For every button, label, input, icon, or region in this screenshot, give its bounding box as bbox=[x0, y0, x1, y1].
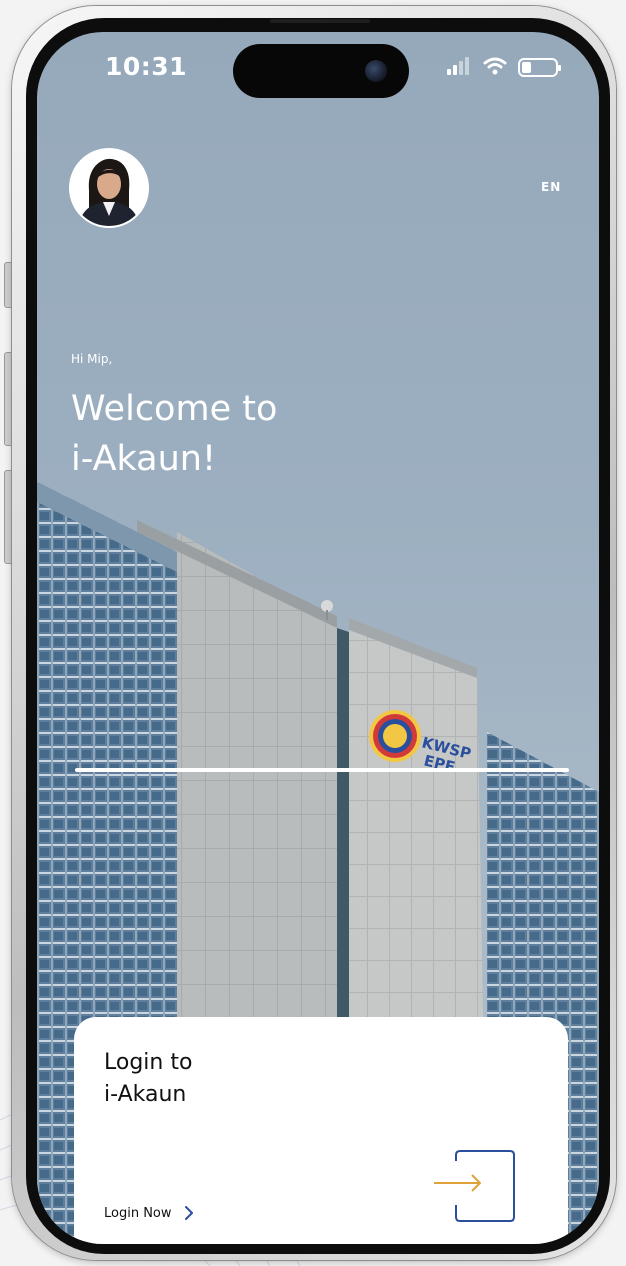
welcome-title-line2: i-Akaun! bbox=[71, 439, 217, 479]
speaker-grille bbox=[270, 19, 370, 23]
language-selector[interactable]: EN bbox=[541, 180, 561, 194]
login-now-link[interactable]: Login Now bbox=[104, 1203, 194, 1223]
dynamic-island bbox=[233, 44, 409, 98]
login-card-title-line1: Login to bbox=[104, 1050, 193, 1075]
user-avatar-icon bbox=[71, 150, 147, 226]
login-card[interactable]: Login to i-Akaun Login Now bbox=[74, 1017, 568, 1244]
login-now-label: Login Now bbox=[104, 1205, 172, 1221]
chevron-right-icon bbox=[184, 1206, 193, 1220]
front-camera bbox=[365, 60, 387, 82]
wifi-icon bbox=[483, 57, 507, 75]
status-time: 10:31 bbox=[105, 52, 188, 81]
app-screen: KWSP EPF 10:31 EN Hi Mip, Welcome to i-A… bbox=[37, 32, 599, 1244]
login-card-title-line2: i-Akaun bbox=[104, 1082, 187, 1107]
welcome-title: Welcome to i-Akaun! bbox=[71, 384, 431, 484]
greeting-text: Hi Mip, bbox=[71, 352, 113, 366]
welcome-title-line1: Welcome to bbox=[71, 389, 278, 429]
login-door-icon[interactable] bbox=[434, 1149, 524, 1223]
login-card-title: Login to i-Akaun bbox=[104, 1047, 192, 1111]
battery-icon bbox=[518, 58, 561, 77]
status-icons bbox=[447, 57, 561, 77]
cellular-signal-icon bbox=[447, 57, 469, 75]
avatar[interactable] bbox=[71, 150, 147, 226]
divider-line bbox=[75, 768, 569, 772]
